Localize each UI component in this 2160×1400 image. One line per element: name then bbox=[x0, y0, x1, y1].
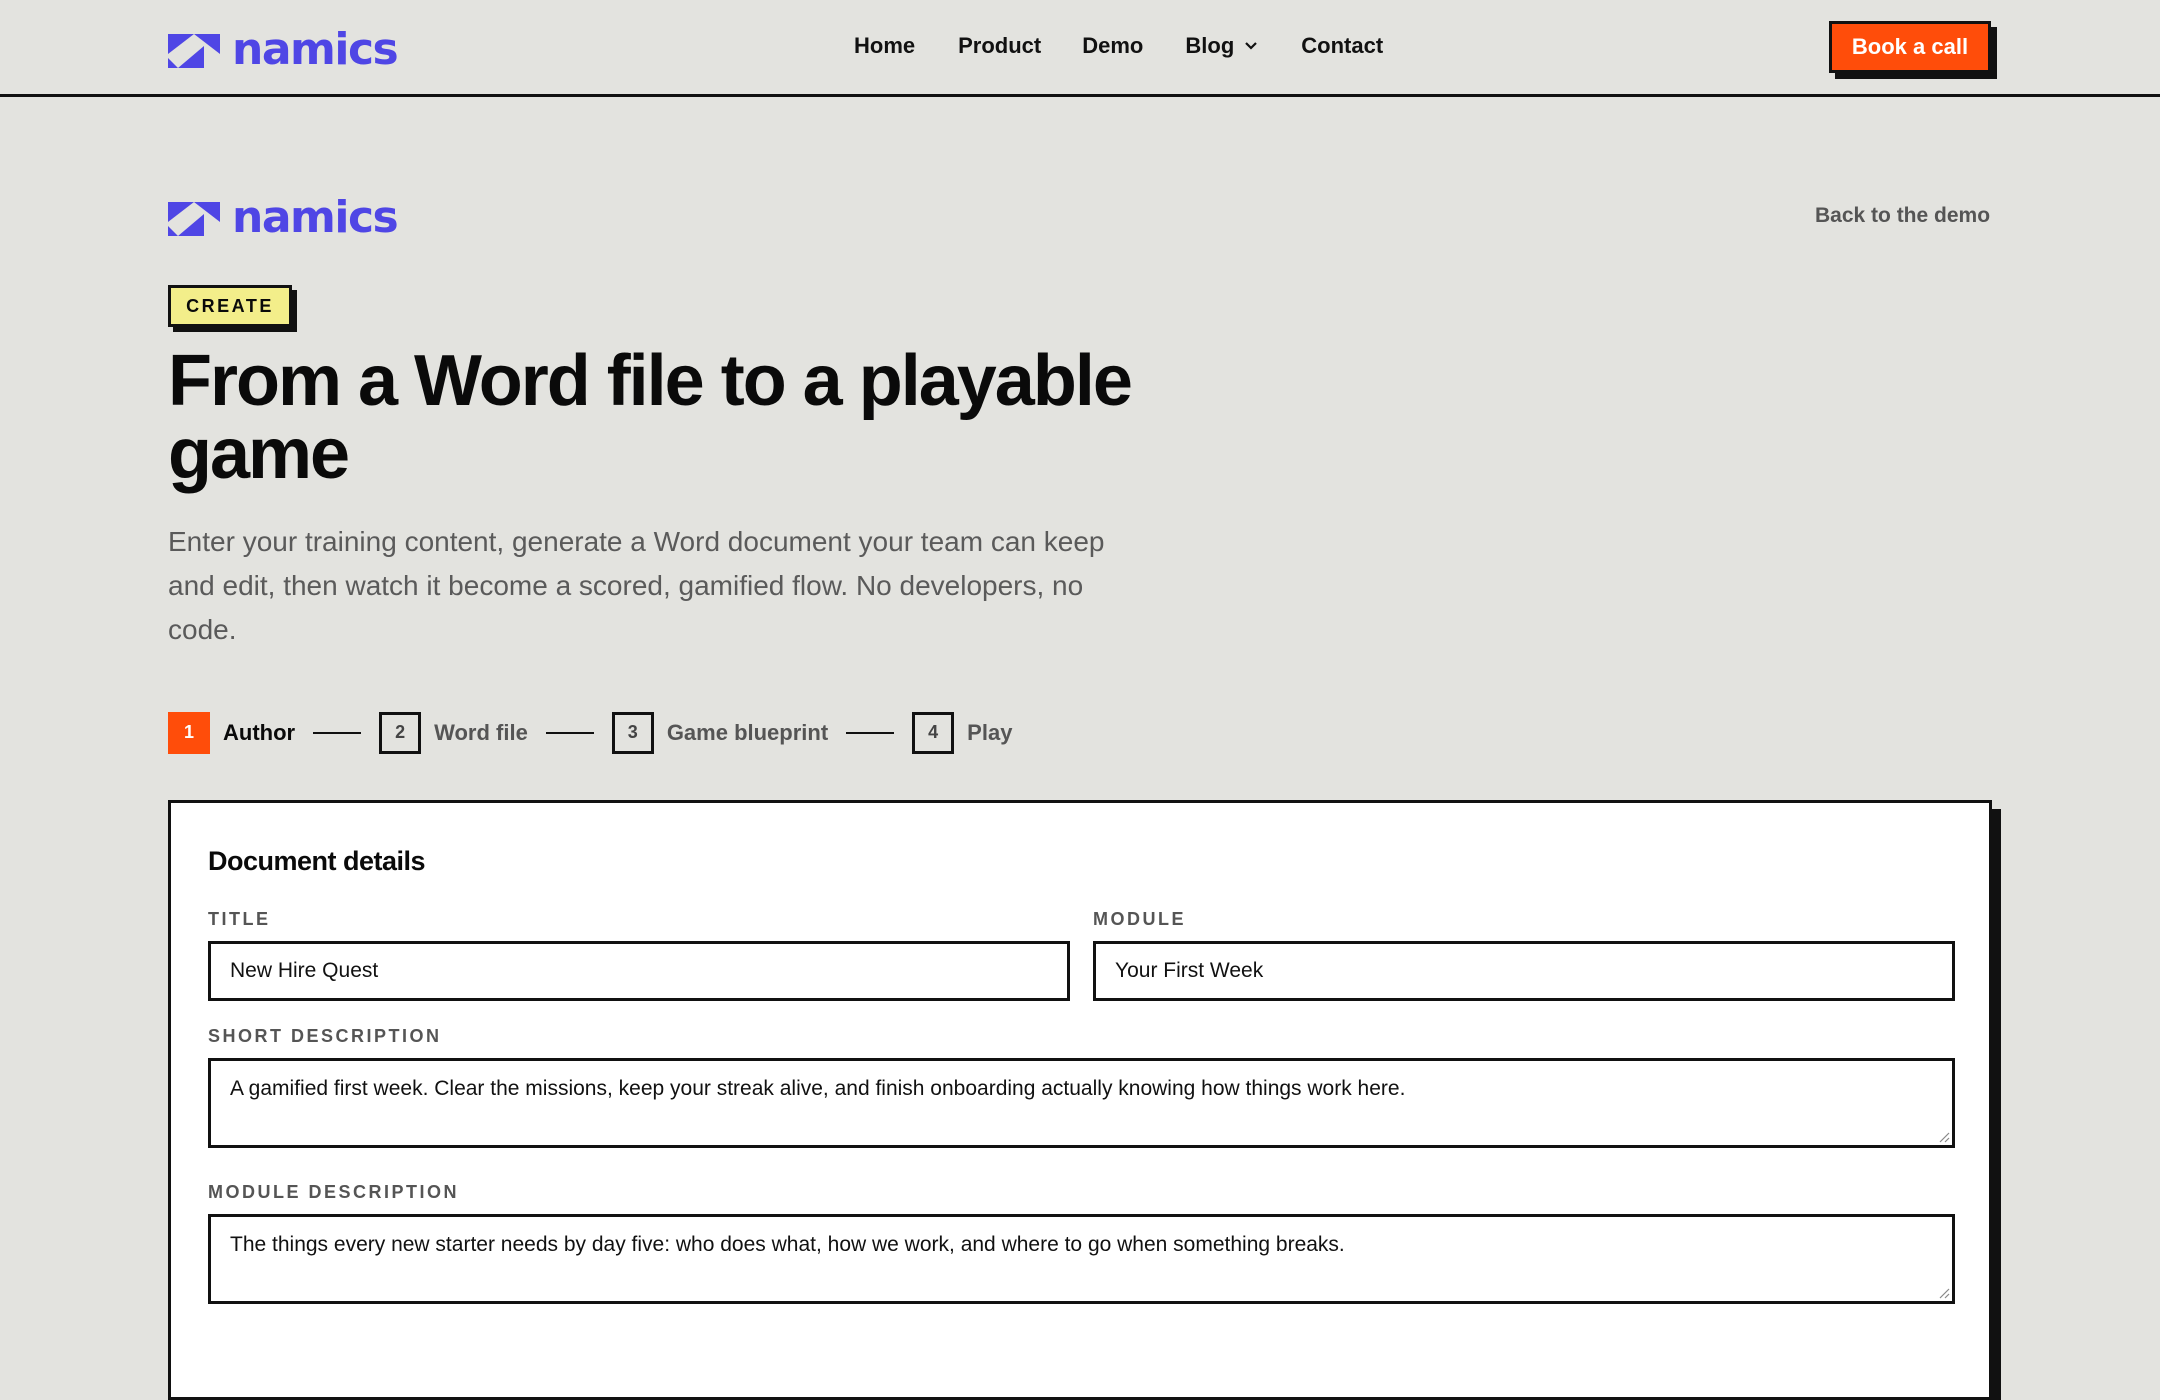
nav-demo[interactable]: Demo bbox=[1082, 33, 1143, 59]
step-divider bbox=[545, 731, 594, 734]
nav-links: Home Product Demo Blog Contact bbox=[854, 33, 1383, 59]
module-label: MODULE bbox=[1093, 909, 1186, 929]
logo-mark-icon bbox=[168, 33, 220, 68]
step-3-number[interactable]: 3 bbox=[611, 711, 654, 754]
title-input-value: New Hire Quest bbox=[230, 959, 379, 982]
step-divider bbox=[846, 731, 895, 734]
resize-grip-icon[interactable] bbox=[1938, 1287, 1950, 1299]
page-title: From a Word file to a playable game bbox=[168, 341, 1133, 494]
chevron-down-icon bbox=[1245, 42, 1258, 50]
nav-blog-label: Blog bbox=[1185, 33, 1235, 58]
step-3-label[interactable]: Game blueprint bbox=[667, 720, 828, 746]
brand-logo[interactable]: namics bbox=[168, 24, 399, 75]
short-description-textarea[interactable]: A gamified first week. Clear the mission… bbox=[208, 1058, 1955, 1148]
module-input-value: Your First Week bbox=[1115, 959, 1264, 982]
back-to-demo-link[interactable]: Back to the demo bbox=[1815, 204, 1990, 228]
step-1-number[interactable]: 1 bbox=[168, 711, 210, 754]
nav-product[interactable]: Product bbox=[958, 33, 1041, 59]
step-2-number[interactable]: 2 bbox=[379, 711, 422, 754]
resize-grip-icon[interactable] bbox=[1938, 1131, 1950, 1143]
page-brand-name: namics bbox=[232, 192, 399, 243]
title-input[interactable]: New Hire Quest bbox=[208, 941, 1070, 1001]
nav-contact[interactable]: Contact bbox=[1301, 33, 1383, 59]
step-4-number[interactable]: 4 bbox=[912, 711, 955, 754]
module-description-value: The things every new starter needs by da… bbox=[230, 1233, 1345, 1256]
top-navbar: namics Home Product Demo Blog Contact Bo… bbox=[0, 0, 2160, 97]
progress-steps: 1 Author 2 Word file 3 Game blueprint 4 … bbox=[168, 711, 1012, 754]
module-description-textarea[interactable]: The things every new starter needs by da… bbox=[208, 1214, 1955, 1304]
step-4-label[interactable]: Play bbox=[967, 720, 1012, 746]
module-input[interactable]: Your First Week bbox=[1093, 941, 1955, 1001]
section-title: Document details bbox=[208, 846, 426, 876]
step-2-label[interactable]: Word file bbox=[434, 720, 528, 746]
page-lede: Enter your training content, generate a … bbox=[168, 526, 1105, 645]
title-label: TITLE bbox=[208, 909, 271, 929]
logo-mark-icon bbox=[168, 201, 220, 236]
module-description-label: MODULE DESCRIPTION bbox=[208, 1182, 460, 1202]
document-details-card: Document details TITLE New Hire Quest MO… bbox=[168, 800, 1992, 1400]
short-description-value: A gamified first week. Clear the mission… bbox=[230, 1077, 1406, 1100]
create-badge: CREATE bbox=[168, 285, 292, 327]
book-a-call-button[interactable]: Book a call bbox=[1829, 21, 1991, 73]
step-divider bbox=[313, 731, 362, 734]
nav-blog[interactable]: Blog bbox=[1185, 33, 1258, 59]
short-description-label: SHORT DESCRIPTION bbox=[208, 1026, 442, 1046]
brand-name: namics bbox=[232, 24, 399, 75]
nav-home[interactable]: Home bbox=[854, 33, 915, 59]
step-1-label[interactable]: Author bbox=[223, 720, 295, 746]
page-logo: namics bbox=[168, 192, 399, 243]
